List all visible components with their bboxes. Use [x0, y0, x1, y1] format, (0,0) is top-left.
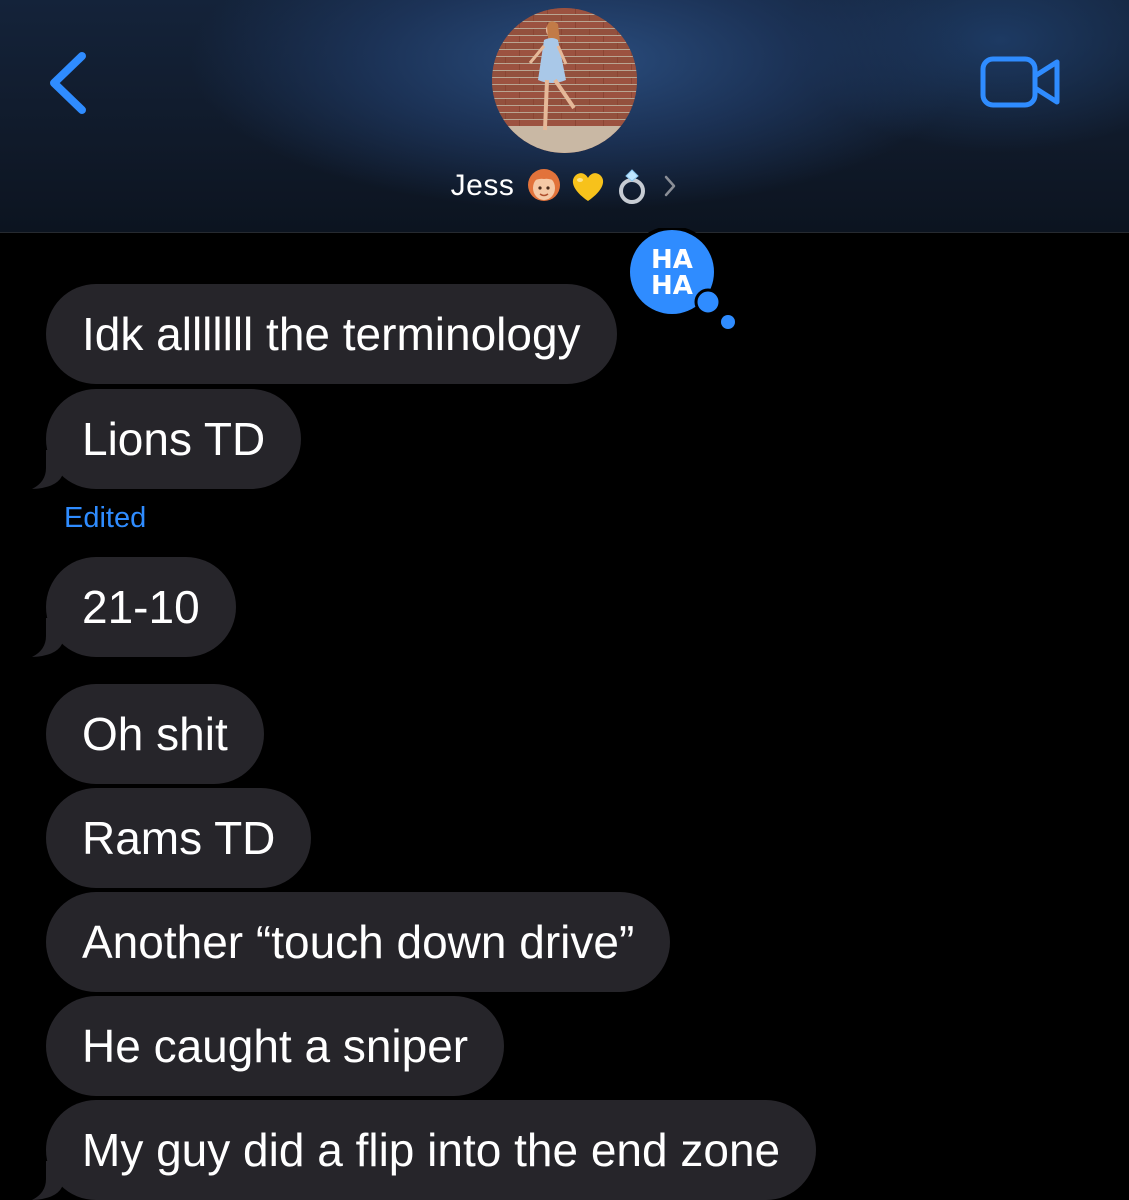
bubble-tail: [32, 450, 62, 489]
haha-icon: HA HA: [626, 226, 735, 329]
message-text: Another “touch down drive”: [82, 916, 635, 968]
message-text: He caught a sniper: [82, 1020, 469, 1072]
message-bubble[interactable]: Idk alllllll the terminology: [46, 284, 617, 384]
conversation-header: Jess: [0, 0, 1129, 233]
ring-emoji: [619, 169, 646, 204]
avatar-photo: [492, 8, 637, 153]
message-bubble[interactable]: 21-10: [46, 557, 236, 657]
message-bubble[interactable]: Oh shit: [46, 684, 264, 784]
message-text: Idk alllllll the terminology: [82, 308, 581, 360]
messages-screen: Jess Idk alllllll the terminology HA HA …: [0, 0, 1129, 1200]
bubble-tail: [32, 1161, 62, 1200]
contact-avatar[interactable]: [492, 8, 637, 153]
facetime-video-button[interactable]: [980, 56, 1062, 108]
message-bubble[interactable]: My guy did a flip into the end zone: [46, 1100, 817, 1200]
message-bubble[interactable]: Another “touch down drive”: [46, 892, 671, 992]
back-button[interactable]: [44, 50, 94, 116]
message-text: My guy did a flip into the end zone: [82, 1124, 781, 1176]
message-text: Oh shit: [82, 708, 228, 760]
message-bubble[interactable]: Rams TD: [46, 788, 312, 888]
message-text: Lions TD: [82, 413, 266, 465]
chevron-left-icon: [50, 52, 86, 114]
tapback-haha[interactable]: HA HA: [622, 226, 742, 338]
edited-label[interactable]: Edited: [64, 502, 146, 535]
message-text: 21-10: [82, 581, 200, 633]
bubble-tail: [32, 618, 62, 657]
message-bubble[interactable]: He caught a sniper: [46, 996, 505, 1096]
video-camera-icon: [980, 56, 1060, 108]
contact-name: Jess: [450, 169, 515, 202]
message-bubble[interactable]: Lions TD: [46, 389, 302, 489]
contact-name-button[interactable]: Jess: [0, 162, 1129, 210]
woman-red-hair-emoji: [528, 169, 561, 201]
chevron-right-icon: [665, 175, 676, 197]
yellow-heart-emoji: [573, 173, 604, 201]
message-text: Rams TD: [82, 812, 276, 864]
tapback-label-2: HA: [651, 271, 693, 301]
